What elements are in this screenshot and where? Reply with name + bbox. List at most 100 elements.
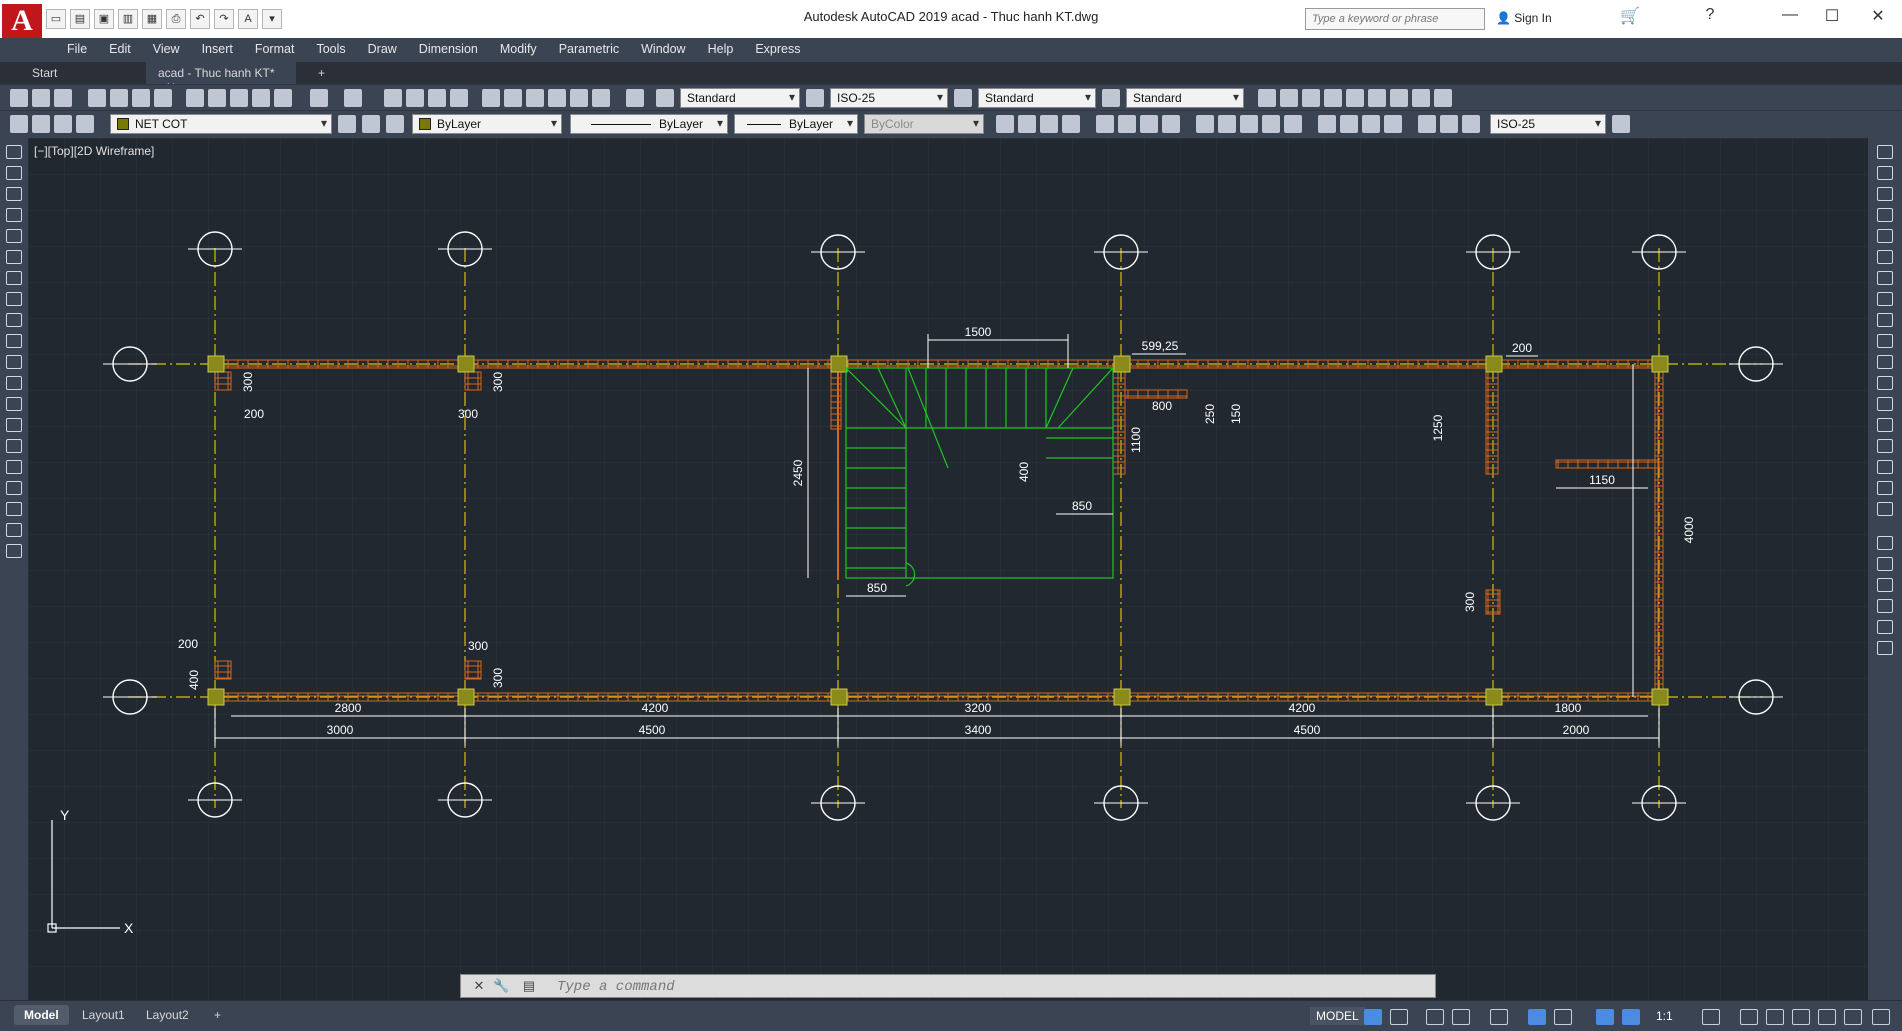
web-icon[interactable] xyxy=(154,89,172,107)
customization-menu-icon[interactable] xyxy=(1872,1009,1890,1025)
autocad-logo-button[interactable]: A xyxy=(2,4,42,38)
break-point-icon[interactable] xyxy=(1877,376,1893,390)
polyline-icon[interactable] xyxy=(6,187,22,201)
ortho-icon[interactable] xyxy=(1426,1009,1444,1025)
help-toolbar-icon[interactable] xyxy=(626,89,644,107)
table-icon[interactable] xyxy=(6,502,22,516)
properties-icon[interactable] xyxy=(482,89,500,107)
menu-parametric[interactable]: Parametric xyxy=(548,38,630,62)
ellipse-icon[interactable] xyxy=(6,334,22,348)
sheet-set-icon[interactable] xyxy=(548,89,566,107)
offset-icon[interactable] xyxy=(1877,208,1893,222)
table-style-icon[interactable] xyxy=(954,89,972,107)
dim-edit-icon[interactable] xyxy=(1418,115,1436,133)
text-style-icon[interactable] xyxy=(656,89,674,107)
jogged-dim-icon[interactable] xyxy=(1118,115,1136,133)
hatch-icon[interactable] xyxy=(6,439,22,453)
zoom-previous-icon[interactable] xyxy=(450,89,468,107)
arc-length-icon[interactable] xyxy=(1040,115,1058,133)
grid-display-icon[interactable] xyxy=(1364,1009,1382,1025)
layer-freeze-icon[interactable] xyxy=(54,115,72,133)
blend-icon[interactable] xyxy=(1877,481,1893,495)
dim-update-icon[interactable] xyxy=(1462,115,1480,133)
dim-style-select-2[interactable]: ISO-25 xyxy=(1490,114,1606,134)
menu-format[interactable]: Format xyxy=(244,38,306,62)
point-icon[interactable] xyxy=(6,418,22,432)
cut-icon[interactable] xyxy=(186,89,204,107)
menu-draw[interactable]: Draw xyxy=(357,38,408,62)
redo-toolbar-icon[interactable] xyxy=(344,89,362,107)
erase-icon[interactable] xyxy=(1877,145,1893,159)
isolate-objects-icon[interactable] xyxy=(1818,1009,1836,1025)
dim-space-icon[interactable] xyxy=(1262,115,1280,133)
save-as-icon[interactable]: ▥ xyxy=(118,9,138,29)
baseline-dim-icon[interactable] xyxy=(1218,115,1236,133)
polar-icon[interactable] xyxy=(1452,1009,1470,1025)
save-file-icon[interactable] xyxy=(54,89,72,107)
customize-command-icon[interactable]: 🔧 xyxy=(493,978,509,994)
undo-icon[interactable]: ↶ xyxy=(190,9,210,29)
arc-icon[interactable] xyxy=(6,250,22,264)
tool-palettes-icon[interactable] xyxy=(526,89,544,107)
add-layout-button[interactable]: + xyxy=(204,1005,231,1025)
stretch-icon[interactable] xyxy=(1877,313,1893,327)
continue-dim-icon[interactable] xyxy=(1240,115,1258,133)
menu-tools[interactable]: Tools xyxy=(305,38,356,62)
polygon-icon[interactable] xyxy=(6,208,22,222)
tolerance-icon[interactable] xyxy=(1318,115,1336,133)
text-justify-icon[interactable] xyxy=(1390,89,1408,107)
quick-properties-icon[interactable] xyxy=(1792,1009,1810,1025)
dim-style-icon[interactable] xyxy=(806,89,824,107)
make-block-icon[interactable] xyxy=(6,397,22,411)
search-input[interactable]: Type a keyword or phrase xyxy=(1305,8,1485,30)
convert-text-icon[interactable] xyxy=(1434,89,1452,107)
lineweight-select[interactable]: ByLayer xyxy=(734,114,858,134)
region-icon[interactable] xyxy=(6,481,22,495)
isodraft-icon[interactable] xyxy=(1490,1009,1508,1025)
menu-file[interactable]: File xyxy=(56,38,98,62)
join-icon[interactable] xyxy=(1877,418,1893,432)
zoom-realtime-icon[interactable] xyxy=(406,89,424,107)
mtext-icon[interactable] xyxy=(1258,89,1276,107)
extend-icon[interactable] xyxy=(1877,355,1893,369)
line-icon[interactable] xyxy=(6,145,22,159)
maximize-icon[interactable]: ☐ xyxy=(1812,6,1852,26)
chamfer-icon[interactable] xyxy=(1877,439,1893,453)
auto-scale-icon[interactable] xyxy=(1622,1009,1640,1025)
copy-icon[interactable] xyxy=(208,89,226,107)
text-style-select[interactable]: Standard xyxy=(680,88,800,108)
plot-icon[interactable] xyxy=(88,89,106,107)
paste-icon[interactable] xyxy=(230,89,248,107)
viewport-controls[interactable]: [−][Top][2D Wireframe] xyxy=(34,144,154,158)
text-scale-icon[interactable] xyxy=(1368,89,1386,107)
mirror-icon[interactable] xyxy=(1877,187,1893,201)
units-icon[interactable] xyxy=(1766,1009,1784,1025)
model-space-button[interactable]: MODEL xyxy=(1310,1007,1365,1025)
quickcalc-icon[interactable] xyxy=(592,89,610,107)
open-folder-icon[interactable]: ▤ xyxy=(70,9,90,29)
dim-break-icon[interactable] xyxy=(1284,115,1302,133)
minimize-icon[interactable]: — xyxy=(1770,6,1810,26)
rectangle-icon[interactable] xyxy=(6,229,22,243)
tab-start[interactable]: Start xyxy=(20,62,140,84)
text-to-front-icon[interactable] xyxy=(1877,620,1893,634)
close-command-icon[interactable]: ✕ xyxy=(471,978,487,994)
ellipse-arc-icon[interactable] xyxy=(6,355,22,369)
scale-icon[interactable] xyxy=(1877,292,1893,306)
print-icon[interactable]: ⎙ xyxy=(166,9,186,29)
radius-dim-icon[interactable] xyxy=(1096,115,1114,133)
add-selected-icon[interactable] xyxy=(6,544,22,558)
open-icon[interactable] xyxy=(32,89,50,107)
markup-icon[interactable] xyxy=(570,89,588,107)
snap-mode-icon[interactable] xyxy=(1390,1009,1408,1025)
menu-insert[interactable]: Insert xyxy=(191,38,244,62)
draworder-front-icon[interactable] xyxy=(1877,536,1893,550)
floor-plan-drawing[interactable]: 1500 599,25 200 300 200 300 300 2450 400… xyxy=(28,138,1868,1000)
find-icon[interactable] xyxy=(1324,89,1342,107)
new-tab-button[interactable]: + xyxy=(306,62,337,84)
tab-layout1[interactable]: Layout1 xyxy=(72,1005,135,1025)
layer-lock-icon[interactable] xyxy=(76,115,94,133)
mleader-style-select[interactable]: Standard xyxy=(1126,88,1244,108)
workspace-gear-icon[interactable] xyxy=(1702,1009,1720,1025)
object-snap-tracking-icon[interactable] xyxy=(1528,1009,1546,1025)
